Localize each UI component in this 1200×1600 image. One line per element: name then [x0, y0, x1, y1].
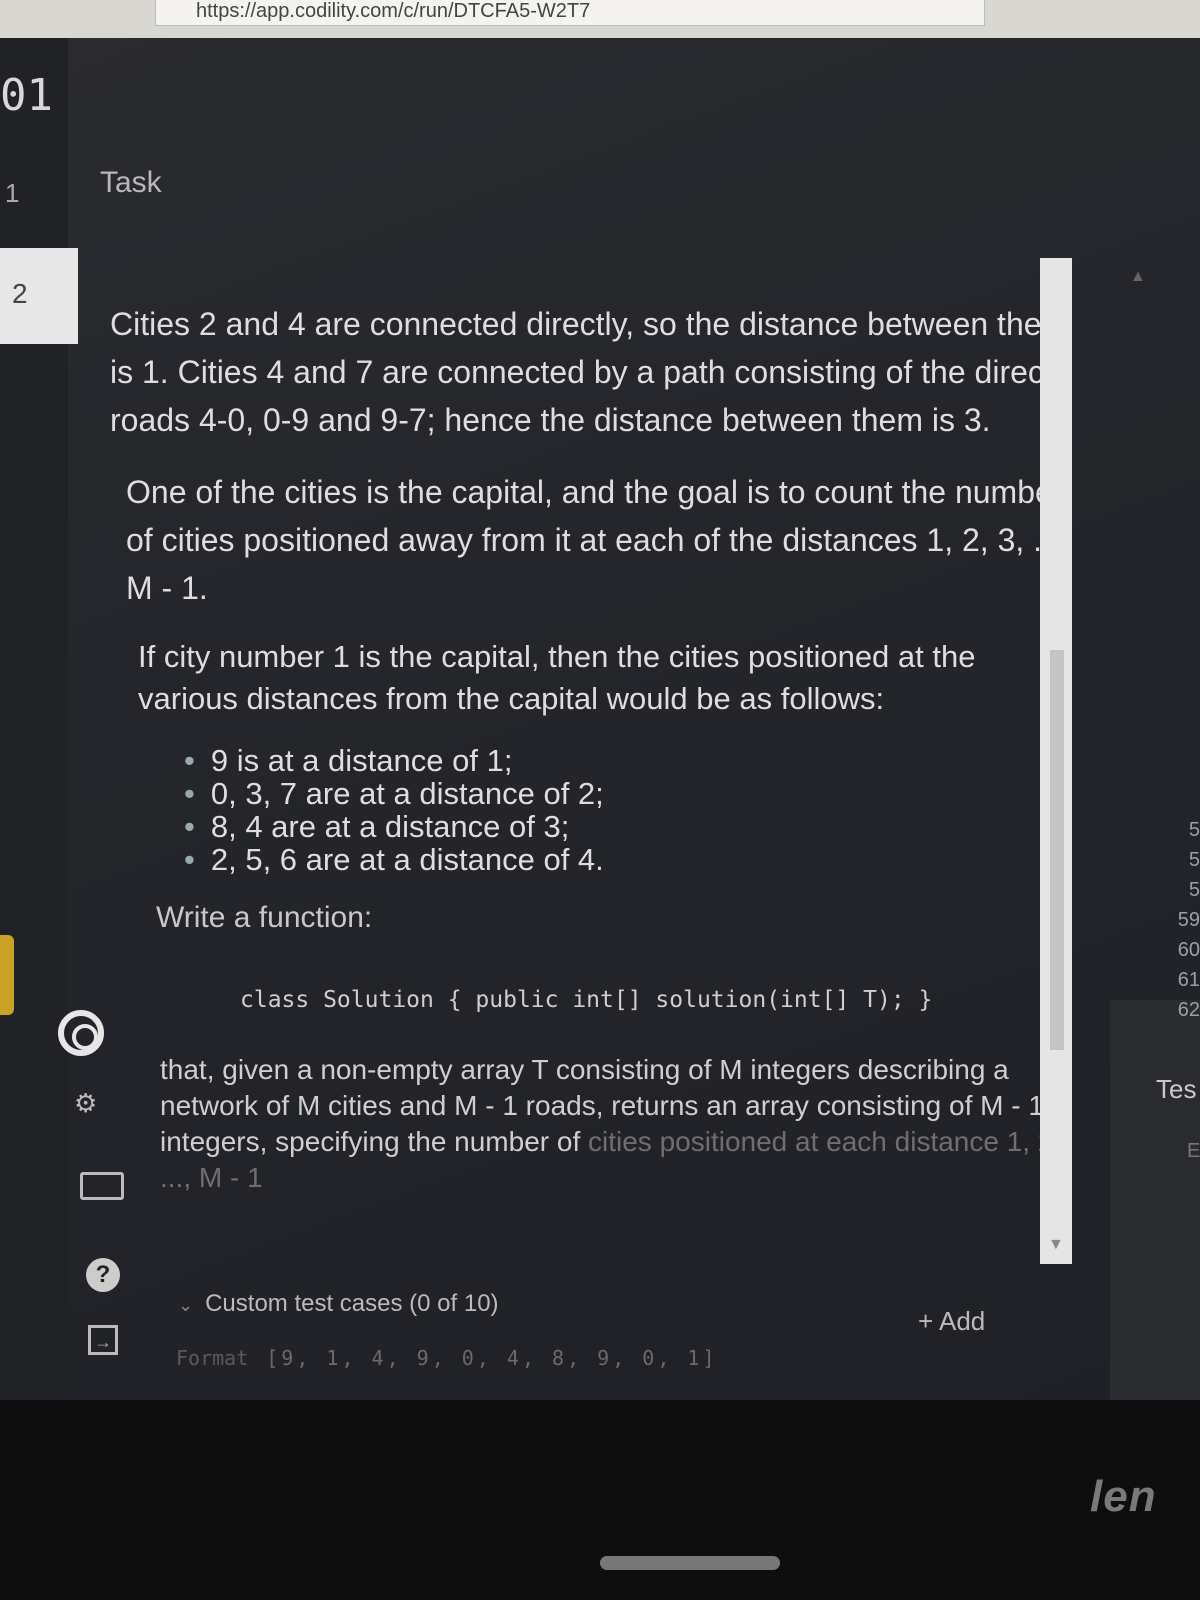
monitor-indicator: [600, 1556, 780, 1570]
monitor-brand-logo: len: [1090, 1472, 1157, 1521]
format-label: Format: [176, 1346, 249, 1370]
code-editor-panel: [1110, 1000, 1200, 1400]
task-description: Cities 2 and 4 are connected directly, s…: [110, 300, 1080, 1196]
paragraph-function-description: that, given a non-empty array T consisti…: [110, 1052, 1080, 1196]
custom-test-cases-label: Custom test cases (0 of 10): [205, 1290, 499, 1317]
help-icon[interactable]: ?: [86, 1258, 120, 1292]
nav-item-1[interactable]: 1: [5, 178, 19, 209]
custom-test-cases-toggle[interactable]: ⌄ Custom test cases (0 of 10): [178, 1290, 499, 1318]
timer-tab-indicator[interactable]: [0, 935, 14, 1015]
test-case-format-row[interactable]: Format [9, 1, 4, 9, 0, 4, 8, 9, 0, 1]: [176, 1346, 717, 1370]
chevron-down-icon: ⌄: [178, 1295, 194, 1315]
nav-item-2-active[interactable]: 2: [0, 248, 78, 344]
paragraph-example: If city number 1 is the capital, then th…: [138, 639, 976, 716]
url-field[interactable]: https://app.codility.com/c/run/DTCFA5-W2…: [155, 0, 985, 26]
task-heading: Task: [100, 166, 162, 199]
function-signature-code: class Solution { public int[] solution(i…: [240, 987, 933, 1013]
left-sidebar: [0, 38, 68, 1400]
line-number: 60: [1177, 939, 1200, 961]
editor-line-numbers: 5 5 5 59 60 61 62: [1160, 815, 1200, 1025]
line-number: 5: [1188, 819, 1200, 841]
tests-panel-letter: E: [1187, 1140, 1200, 1162]
add-test-case-button[interactable]: + Add: [918, 1306, 985, 1337]
paragraph-capital: One of the cities is the capital, and th…: [126, 474, 1069, 606]
distance-list: 9 is at a distance of 1; 0, 3, 7 are at …: [110, 744, 1080, 876]
line-number: 61: [1177, 969, 1200, 991]
exit-icon[interactable]: →: [88, 1325, 118, 1355]
browser-address-bar: https://app.codility.com/c/run/DTCFA5-W2…: [0, 0, 1200, 38]
nav-item-2-label: 2: [12, 278, 28, 309]
format-value: [9, 1, 4, 9, 0, 4, 8, 9, 0, 1]: [266, 1346, 718, 1370]
keyboard-icon[interactable]: [80, 1172, 124, 1200]
list-item: 0, 3, 7 are at a distance of 2;: [210, 777, 1080, 810]
line-number: 5: [1188, 879, 1200, 901]
line-number: 62: [1177, 999, 1200, 1021]
scroll-down-arrow-icon[interactable]: ▼: [1048, 1236, 1064, 1254]
list-item: 8, 4 are at a distance of 3;: [210, 810, 1080, 843]
write-function-label: Write a function:: [156, 901, 373, 934]
list-item: 2, 5, 6 are at a distance of 4.: [210, 843, 1080, 876]
scroll-up-arrow-icon[interactable]: ▲: [1130, 268, 1146, 286]
settings-gear-icon[interactable]: [58, 1010, 104, 1056]
codility-logo: 01: [0, 70, 53, 121]
line-number: 5: [1188, 849, 1200, 871]
line-number: 59: [1177, 909, 1200, 931]
scrollbar-thumb[interactable]: [1050, 650, 1064, 1050]
tab-tests[interactable]: Tes: [1156, 1074, 1196, 1105]
bug-report-icon[interactable]: ⚙: [74, 1088, 97, 1119]
list-item: 9 is at a distance of 1;: [210, 744, 1080, 777]
paragraph-distances: Cities 2 and 4 are connected directly, s…: [110, 306, 1069, 438]
monitor-bezel: [0, 1400, 1200, 1600]
